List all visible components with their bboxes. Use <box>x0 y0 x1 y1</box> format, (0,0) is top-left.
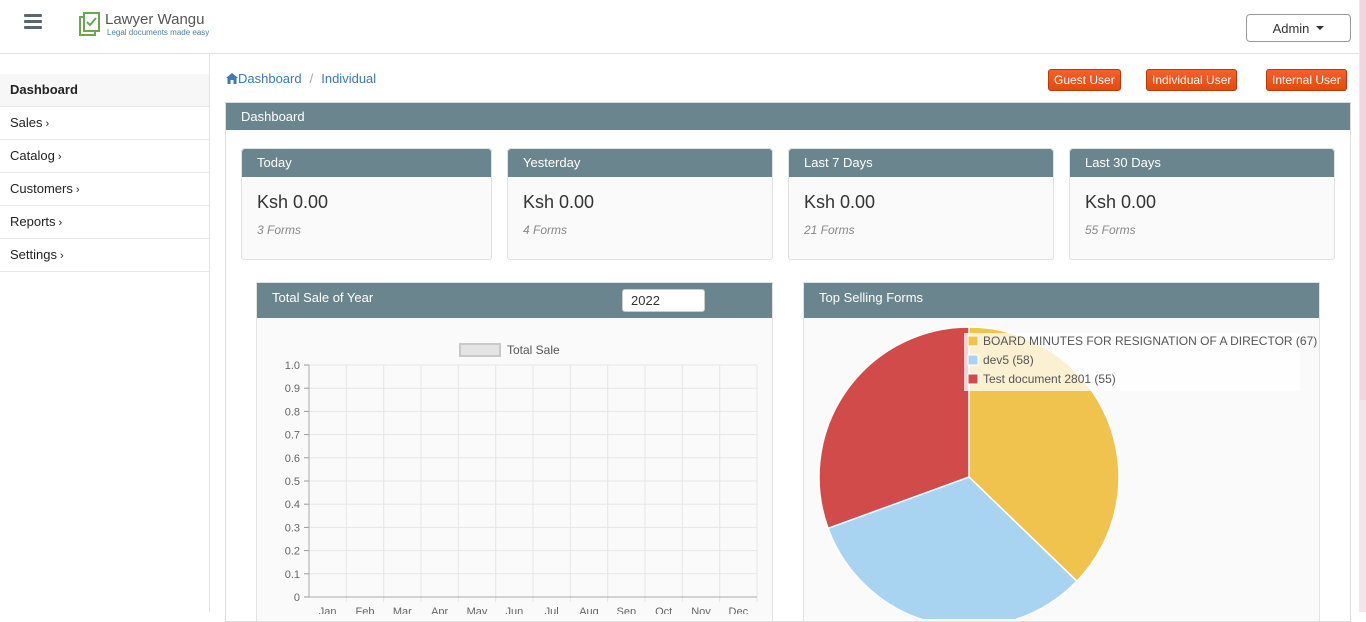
individual-user-button[interactable]: Individual User <box>1146 69 1238 91</box>
dashboard-panel-title: Dashboard <box>226 103 1350 130</box>
stat-forms-count: 4 Forms <box>523 223 568 237</box>
stat-amount: Ksh 0.00 <box>257 192 329 212</box>
breadcrumb-individual-link[interactable]: Individual <box>321 71 376 86</box>
stat-label: Last 30 Days <box>1070 149 1334 177</box>
menu-toggle-icon[interactable] <box>24 14 42 30</box>
chevron-right-icon: › <box>59 250 64 262</box>
legend-swatch <box>967 354 979 366</box>
y-tick-label: 0.4 <box>285 499 300 511</box>
y-tick-label: 0.9 <box>285 383 300 395</box>
top-selling-panel: Top Selling Forms BOARD MINUTES FOR RESI… <box>803 282 1320 622</box>
stat-forms-count: 21 Forms <box>804 223 855 237</box>
sidebar-item-dashboard[interactable]: Dashboard <box>0 74 209 107</box>
stat-card-yesterday: Yesterday Ksh 0.00 4 Forms <box>507 148 773 260</box>
sidebar-item-label: Sales <box>10 115 43 130</box>
stat-forms-count: 55 Forms <box>1085 223 1136 237</box>
guest-user-button[interactable]: Guest User <box>1048 69 1121 91</box>
sidebar-item-reports[interactable]: Reports › <box>0 206 209 239</box>
sidebar-item-catalog[interactable]: Catalog › <box>0 140 209 173</box>
y-tick-label: 1.0 <box>285 360 300 372</box>
chevron-right-icon: › <box>57 151 62 163</box>
x-tick-label: Feb <box>356 606 375 614</box>
stat-card-last-30-days: Last 30 Days Ksh 0.00 55 Forms <box>1069 148 1335 260</box>
sidebar-item-sales[interactable]: Sales › <box>0 107 209 140</box>
stat-label: Last 7 Days <box>789 149 1053 177</box>
y-tick-label: 0.5 <box>285 476 300 488</box>
top-selling-panel-header: Top Selling Forms <box>804 283 1319 318</box>
stat-forms-count: 3 Forms <box>257 223 302 237</box>
legend-swatch <box>967 335 979 347</box>
stat-label: Today <box>242 149 491 177</box>
brand-logo[interactable]: Lawyer Wangu Legal documents made easy <box>78 11 209 37</box>
sidebar-item-settings[interactable]: Settings › <box>0 239 209 272</box>
x-tick-label: Jun <box>505 606 523 614</box>
year-select[interactable]: 2022 <box>622 289 705 312</box>
x-tick-label: Aug <box>579 606 599 614</box>
caret-down-icon <box>1316 26 1325 30</box>
total-sale-chart: Total Sale 0 0.1 0.2 0.3 0.4 0.5 0.6 0.7 0.8 0.9 1.… <box>285 343 758 614</box>
legend-label: dev5 (58) <box>983 353 1034 367</box>
total-sale-panel-header: Total Sale of Year 2022 <box>257 283 772 318</box>
sidebar-item-label: Dashboard <box>10 82 78 97</box>
legend-label: BOARD MINUTES FOR RESIGNATION OF A DIREC… <box>983 334 1317 348</box>
stat-label: Yesterday <box>508 149 772 177</box>
breadcrumb-dashboard-link[interactable]: Dashboard <box>238 71 302 86</box>
stat-amount: Ksh 0.00 <box>1085 192 1157 212</box>
stat-card-last-7-days: Last 7 Days Ksh 0.00 21 Forms <box>788 148 1054 260</box>
y-tick-label: 0.8 <box>285 406 300 418</box>
legend-swatch <box>459 343 501 357</box>
sidebar: Dashboard Sales › Catalog › Customers › Rep… <box>0 54 210 612</box>
x-tick-label: Jan <box>319 606 337 614</box>
legend-swatch <box>967 373 979 385</box>
scrollbar-thumb[interactable] <box>1360 0 1366 400</box>
admin-menu-button[interactable]: Admin <box>1246 14 1351 42</box>
chevron-right-icon: › <box>58 217 63 229</box>
sidebar-item-label: Catalog <box>10 148 55 163</box>
x-tick-label: Apr <box>431 606 448 614</box>
brand-tagline: Legal documents made easy <box>107 28 210 37</box>
y-tick-label: 0.7 <box>285 430 300 442</box>
home-icon <box>226 73 238 84</box>
y-tick-label: 0.1 <box>285 569 300 581</box>
legend-label: Total Sale <box>507 343 560 357</box>
x-tick-label: Jul <box>545 606 559 614</box>
logo-icon <box>79 12 100 36</box>
breadcrumb-separator: / <box>309 71 314 86</box>
top-selling-title: Top Selling Forms <box>819 290 924 305</box>
total-sale-title: Total Sale of Year <box>272 290 374 305</box>
x-tick-label: May <box>467 606 488 614</box>
sidebar-item-label: Settings <box>10 247 57 262</box>
chevron-right-icon: › <box>75 184 80 196</box>
y-tick-label: 0.3 <box>285 522 300 534</box>
y-tick-label: 0.2 <box>285 546 300 558</box>
sidebar-item-label: Customers <box>10 181 73 196</box>
stat-amount: Ksh 0.00 <box>523 192 595 212</box>
top-bar: Lawyer Wangu Legal documents made easy A… <box>0 0 1366 54</box>
sidebar-item-customers[interactable]: Customers › <box>0 173 209 206</box>
breadcrumb: Dashboard / Individual <box>226 71 376 86</box>
chevron-right-icon: › <box>45 118 50 130</box>
brand-name: Lawyer Wangu <box>105 11 205 28</box>
admin-label: Admin <box>1272 20 1310 36</box>
x-tick-label: Oct <box>655 606 672 614</box>
total-sale-panel: Total Sale of Year 2022 Total Sale 0 0.1 0.… <box>256 282 773 622</box>
sidebar-item-label: Reports <box>10 214 56 229</box>
x-tick-label: Nov <box>691 606 711 614</box>
x-tick-label: Mar <box>393 606 412 614</box>
y-tick-label: 0 <box>294 592 300 604</box>
x-tick-label: Dec <box>729 606 749 614</box>
internal-user-button[interactable]: Internal User <box>1266 69 1347 91</box>
legend-label: Test document 2801 (55) <box>983 372 1116 386</box>
top-selling-chart: BOARD MINUTES FOR RESIGNATION OF A DIREC… <box>818 326 1317 619</box>
x-tick-label: Sep <box>617 606 637 614</box>
stat-amount: Ksh 0.00 <box>804 192 876 212</box>
stat-card-today: Today Ksh 0.00 3 Forms <box>241 148 492 260</box>
y-tick-label: 0.6 <box>285 453 300 465</box>
